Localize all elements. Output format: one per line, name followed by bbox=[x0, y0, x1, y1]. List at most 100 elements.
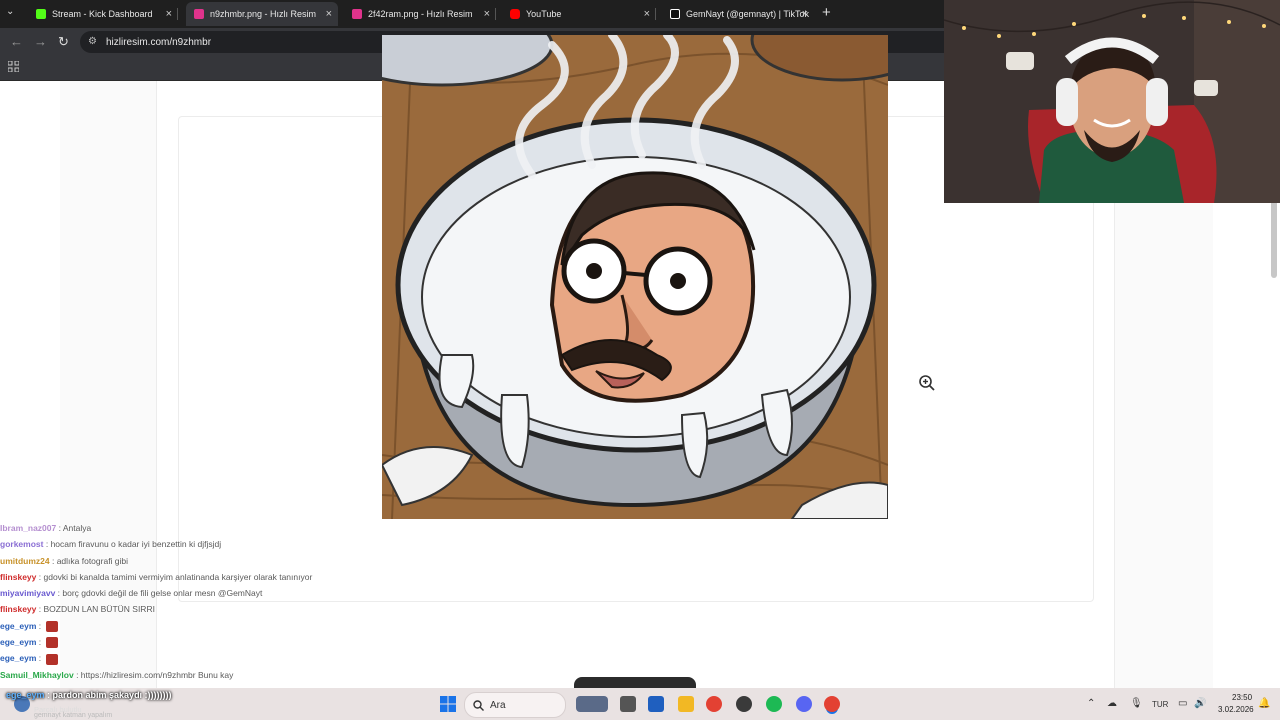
chat-text: adlıka fotografi gibi bbox=[56, 555, 129, 566]
chat-message: ege_eym : bbox=[0, 618, 400, 634]
chat-message: miyavimiyavv : borç gdovki değil de fili… bbox=[0, 585, 400, 601]
chrome-icon[interactable] bbox=[706, 696, 722, 712]
apps-grid-icon[interactable] bbox=[8, 61, 19, 72]
chat-separator: : bbox=[36, 620, 44, 631]
chat-text: Antalya bbox=[62, 523, 92, 533]
chat-username: ege_eym bbox=[0, 620, 37, 631]
tab-label: GemNayt (@gemnayt) | TikTok bbox=[686, 9, 810, 19]
chat-text: borç gdovki değil de fili gelse onlar me… bbox=[62, 588, 263, 599]
tab-youtube[interactable]: YouTube × bbox=[502, 4, 656, 24]
emote-icon bbox=[46, 653, 59, 665]
close-tab-icon[interactable]: × bbox=[802, 8, 808, 20]
chat-username: gorkemost bbox=[0, 539, 44, 550]
hizliresim-favicon-icon bbox=[352, 9, 362, 19]
close-tab-icon[interactable]: × bbox=[644, 8, 650, 20]
chat-alert: ege_eym : pardon abim şakaydı :)))))))) bbox=[6, 690, 172, 700]
back-arrow-icon[interactable]: ← bbox=[10, 34, 23, 49]
widget-weather-icon[interactable] bbox=[576, 696, 608, 712]
tab-label: n9zhmbr.png - Hızlı Resim bbox=[210, 9, 317, 19]
windows-start-icon[interactable] bbox=[440, 696, 456, 712]
alert-username: ege_eym bbox=[6, 690, 45, 700]
microphone-icon[interactable]: 🎙 bbox=[1130, 698, 1143, 709]
alert-subtext: gemnayt katman yapalım bbox=[34, 712, 113, 719]
close-tab-icon[interactable]: × bbox=[166, 8, 172, 20]
chat-text: BOZDUN LAN BÜTÜN SIRRI bbox=[43, 604, 155, 615]
tab-2f42ram[interactable]: 2f42ram.png - Hızlı Resim × bbox=[344, 4, 496, 24]
chat-username: miyavimiyavv bbox=[0, 588, 56, 599]
windows-taskbar: Ara ⌃ ☁ 🎙 TUR ▭ 🔊 23:50 3.02.2026 🔔 bbox=[0, 688, 1280, 720]
tab-separator bbox=[655, 8, 656, 20]
chat-message: flinskeyy : gdovki bi kanalda tamimi ver… bbox=[0, 569, 400, 585]
chat-username: ege_eym bbox=[0, 637, 37, 648]
spotify-icon[interactable] bbox=[766, 696, 782, 712]
tiktok-favicon-icon bbox=[670, 9, 680, 19]
close-tab-icon[interactable]: × bbox=[484, 8, 490, 20]
search-icon bbox=[473, 699, 484, 711]
emote-icon bbox=[46, 621, 59, 633]
discord-icon[interactable] bbox=[796, 696, 812, 712]
webcam-overlay bbox=[944, 0, 1280, 203]
kick-favicon-icon bbox=[36, 9, 46, 19]
chrome-active-icon[interactable] bbox=[824, 696, 840, 712]
chat-message: ege_eym : bbox=[0, 634, 400, 650]
notification-bell-icon[interactable]: 🔔 bbox=[1258, 698, 1270, 709]
site-info-icon[interactable]: ⚙ bbox=[88, 37, 98, 47]
tab-n9zhmbr[interactable]: n9zhmbr.png - Hızlı Resim × bbox=[186, 2, 338, 26]
chat-separator: : bbox=[36, 637, 44, 648]
chat-separator: : bbox=[73, 669, 81, 680]
hizliresim-favicon-icon bbox=[194, 9, 204, 19]
chat-username: ege_eym bbox=[0, 653, 37, 664]
tab-separator bbox=[177, 8, 178, 20]
task-view-icon[interactable] bbox=[620, 696, 636, 712]
chat-message: Samuil_Mikhaylov : https://hizliresim.co… bbox=[0, 667, 400, 683]
chat-message: ege_eym : bbox=[0, 650, 400, 666]
volume-icon[interactable]: 🔊 bbox=[1194, 698, 1206, 709]
chat-separator: : bbox=[43, 539, 51, 550]
new-tab-button[interactable]: + bbox=[822, 4, 831, 21]
alert-text: pardon abim şakaydı :)))))))) bbox=[52, 690, 172, 700]
stream-chat-overlay: Ibram_naz007 : Antalya gorkemost : hocam… bbox=[0, 520, 400, 683]
tab-separator bbox=[495, 8, 496, 20]
forward-arrow-icon[interactable]: → bbox=[34, 34, 47, 49]
chat-message: flinskeyy : BOZDUN LAN BÜTÜN SIRRI bbox=[0, 601, 400, 617]
tab-search-chevron-icon[interactable]: ⌄ bbox=[6, 6, 14, 17]
chat-username: flinskeyy bbox=[0, 571, 37, 582]
chat-separator: : bbox=[56, 523, 63, 533]
chat-separator: : bbox=[36, 653, 44, 664]
chat-text: gdovki bi kanalda tamimi vermiyim anlati… bbox=[43, 571, 313, 582]
clock-date[interactable]: 3.02.2026 bbox=[1218, 705, 1254, 714]
file-explorer-icon[interactable] bbox=[678, 696, 694, 712]
chat-message: Ibram_naz007 : Antalya bbox=[0, 520, 400, 536]
taskbar-search-box[interactable]: Ara bbox=[464, 692, 566, 718]
tab-label: YouTube bbox=[526, 9, 562, 19]
tab-label: 2f42ram.png - Hızlı Resim bbox=[368, 9, 473, 19]
clock-time[interactable]: 23:50 bbox=[1232, 693, 1252, 702]
uploaded-image[interactable] bbox=[382, 35, 888, 519]
chat-username: Samuil_Mikhaylov bbox=[0, 669, 74, 680]
tab-kick-dashboard[interactable]: Stream - Kick Dashboard × bbox=[28, 4, 178, 24]
chat-separator: : bbox=[49, 555, 57, 566]
reload-icon[interactable]: ↻ bbox=[58, 34, 69, 50]
zoom-in-icon[interactable] bbox=[918, 374, 936, 392]
obs-icon[interactable] bbox=[736, 696, 752, 712]
chat-username: flinskeyy bbox=[0, 604, 37, 615]
store-icon[interactable] bbox=[648, 696, 664, 712]
chat-username: Ibram_naz007 bbox=[0, 523, 57, 533]
chat-username: umitdumz24 bbox=[0, 555, 50, 566]
chat-message: gorkemost : hocam firavunu o kadar iyi b… bbox=[0, 536, 400, 552]
emote-icon bbox=[46, 637, 59, 649]
alert-separator: : bbox=[44, 690, 53, 700]
weather-cloud-icon[interactable]: ☁ bbox=[1107, 698, 1117, 709]
tab-tiktok[interactable]: GemNayt (@gemnayt) | TikTok × bbox=[662, 4, 814, 24]
input-language-indicator[interactable]: TUR bbox=[1152, 700, 1168, 709]
tray-overflow-chevron-icon[interactable]: ⌃ bbox=[1087, 698, 1095, 709]
url-text: hizliresim.com/n9zhmbr bbox=[106, 36, 212, 48]
network-icon[interactable]: ▭ bbox=[1178, 698, 1187, 709]
chat-message: umitdumz24 : adlıka fotografi gibi bbox=[0, 553, 400, 569]
tab-label: Stream - Kick Dashboard bbox=[52, 9, 153, 19]
close-tab-icon[interactable]: × bbox=[326, 8, 332, 20]
chat-text: https://hizliresim.com/n9zhmbr Bunu kay bbox=[80, 669, 234, 680]
chat-text: hocam firavunu o kadar iyi benzettin ki … bbox=[50, 539, 222, 550]
search-placeholder: Ara bbox=[490, 699, 506, 711]
youtube-favicon-icon bbox=[510, 9, 520, 19]
